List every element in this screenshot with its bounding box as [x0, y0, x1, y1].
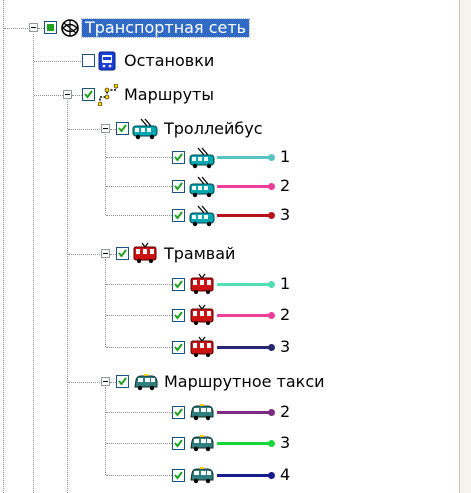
route-label[interactable]: 1 — [280, 148, 290, 166]
tree-guide-line — [72, 95, 82, 96]
tree-guide-line — [106, 315, 172, 316]
route-checkbox[interactable] — [172, 341, 185, 354]
trolleybus-icon — [189, 147, 215, 169]
tree-guide-line — [105, 387, 106, 475]
tram-checkbox[interactable] — [116, 247, 129, 260]
route-color-line — [217, 212, 275, 219]
tree-guide-line — [106, 157, 172, 158]
route-checkbox[interactable] — [172, 406, 185, 419]
tree-guide-line — [105, 134, 106, 215]
route-icon — [98, 84, 118, 106]
root-label[interactable]: Транспортная сеть — [80, 18, 251, 38]
tree-guide-line — [4, 28, 28, 29]
route-label[interactable]: 4 — [280, 466, 290, 484]
trolleybus-icon — [132, 118, 158, 140]
bus-stop-icon — [98, 51, 116, 71]
stops-checkbox[interactable] — [82, 54, 95, 67]
route-label[interactable]: 2 — [280, 306, 290, 324]
trolleybus-checkbox[interactable] — [116, 122, 129, 135]
tree-guide-line — [105, 259, 106, 347]
tram-label[interactable]: Трамвай — [164, 245, 235, 263]
tram-icon — [190, 304, 214, 325]
tram-icon — [190, 273, 214, 294]
routes-collapse-toggle[interactable] — [63, 90, 72, 99]
tree-guide-line — [106, 443, 172, 444]
stops-label[interactable]: Остановки — [124, 52, 214, 70]
route-checkbox[interactable] — [172, 209, 185, 222]
route-color-line — [217, 183, 275, 190]
route-color-line — [217, 440, 275, 447]
route-label[interactable]: 3 — [280, 206, 290, 224]
minibus-icon — [190, 435, 214, 452]
route-checkbox[interactable] — [172, 309, 185, 322]
tree-guide-line — [106, 186, 172, 187]
taxi-collapse-toggle[interactable] — [101, 377, 110, 386]
route-label[interactable]: 3 — [280, 338, 290, 356]
trolleybus-collapse-toggle[interactable] — [101, 124, 110, 133]
tree-guide-line — [106, 215, 172, 216]
route-color-line — [217, 409, 275, 416]
routes-label[interactable]: Маршруты — [124, 86, 214, 104]
vertical-scrollbar[interactable] — [459, 0, 471, 493]
taxi-checkbox[interactable] — [116, 375, 129, 388]
trolleybus-icon — [189, 176, 215, 198]
tram-icon — [133, 242, 157, 263]
tree-guide-line — [106, 412, 172, 413]
root-collapse-toggle[interactable] — [29, 23, 38, 32]
tree-guide-line — [106, 347, 172, 348]
minibus-icon — [190, 404, 214, 421]
routes-checkbox[interactable] — [82, 88, 95, 101]
tree-guide-line — [68, 254, 100, 255]
tree-guide-line — [3, 0, 4, 493]
minibus-icon — [134, 374, 158, 391]
network-icon — [61, 19, 79, 37]
route-checkbox[interactable] — [172, 151, 185, 164]
route-color-line — [217, 472, 275, 479]
route-color-line — [217, 154, 275, 161]
route-color-line — [217, 312, 275, 319]
minibus-icon — [190, 467, 214, 484]
tram-collapse-toggle[interactable] — [101, 249, 110, 258]
route-checkbox[interactable] — [172, 469, 185, 482]
tree-guide-line — [33, 34, 34, 493]
tree-guide-line — [68, 129, 100, 130]
tree-guide-line — [106, 284, 172, 285]
route-color-line — [217, 344, 275, 351]
route-checkbox[interactable] — [172, 278, 185, 291]
route-label[interactable]: 3 — [280, 434, 290, 452]
route-checkbox[interactable] — [172, 180, 185, 193]
layer-tree: Транспортная сеть Остановки Маршруты Тро… — [0, 0, 459, 493]
tree-guide-line — [67, 100, 68, 493]
route-checkbox[interactable] — [172, 437, 185, 450]
tree-guide-line — [106, 475, 172, 476]
route-label[interactable]: 1 — [280, 275, 290, 293]
tram-icon — [190, 336, 214, 357]
trolleybus-icon — [189, 205, 215, 227]
tree-guide-line — [34, 95, 63, 96]
tree-guide-line — [34, 61, 81, 62]
trolleybus-label[interactable]: Троллейбус — [164, 120, 263, 138]
route-label[interactable]: 2 — [280, 403, 290, 421]
route-color-line — [217, 281, 275, 288]
taxi-label[interactable]: Маршрутное такси — [164, 373, 325, 391]
tree-guide-line — [68, 382, 100, 383]
root-checkbox[interactable] — [44, 21, 57, 34]
route-label[interactable]: 2 — [280, 177, 290, 195]
